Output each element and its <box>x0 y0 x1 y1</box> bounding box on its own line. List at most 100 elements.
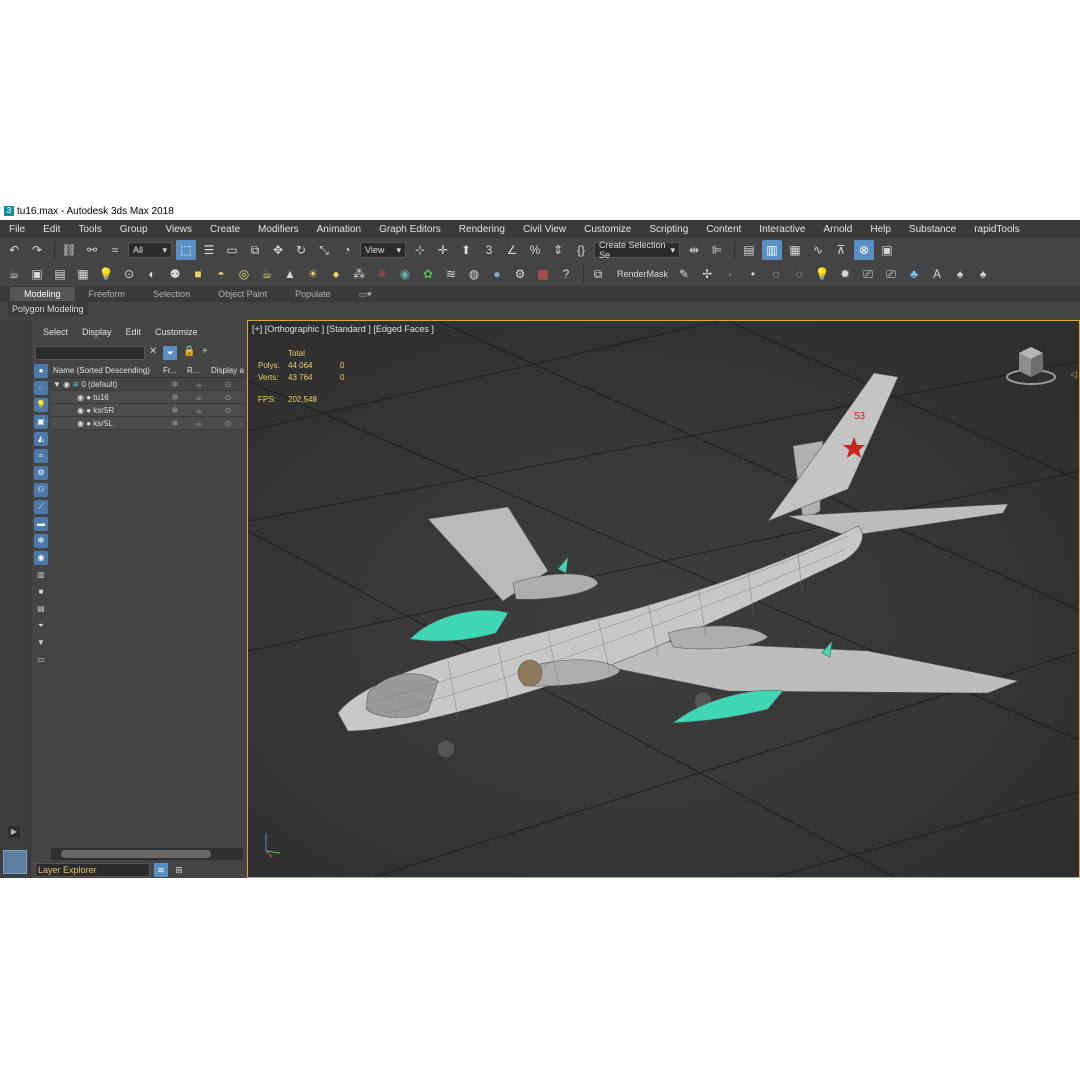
render-mask-label[interactable]: RenderMask <box>611 269 674 279</box>
menu-edit[interactable]: Edit <box>34 224 69 235</box>
globe-icon[interactable]: ◉ <box>395 264 415 284</box>
ribbon-options-icon[interactable]: ▭▾ <box>345 287 386 302</box>
table-row[interactable]: ◉ ● tu16 ✻ ☕ ⊙ <box>51 391 245 404</box>
material-sphere-icon[interactable]: ● <box>487 264 507 284</box>
menu-content[interactable]: Content <box>697 224 750 235</box>
paint-icon[interactable]: ✎ <box>674 264 694 284</box>
menu-rapidtools[interactable]: rapidTools <box>965 224 1029 235</box>
rotate-icon[interactable]: ↻ <box>291 240 311 260</box>
light-icon[interactable]: 💡 <box>812 264 832 284</box>
place-icon[interactable]: ◔ <box>337 240 357 260</box>
ribbon-toggle-icon[interactable]: ▦ <box>785 240 805 260</box>
table-row[interactable]: ◉ ● ksr5L ✻ ☕ ⊙ <box>51 417 245 430</box>
groups-filter-icon[interactable]: ⚙ <box>34 466 48 480</box>
tree-icon[interactable]: ♠ <box>950 264 970 284</box>
render-setup-2-icon[interactable]: ⚙ <box>510 264 530 284</box>
link-icon[interactable]: ⛓ <box>59 240 79 260</box>
layer-explorer-icon[interactable]: ▥ <box>762 240 782 260</box>
align-icon[interactable]: ⊫ <box>707 240 727 260</box>
select-by-name-icon[interactable]: ☰ <box>199 240 219 260</box>
sort-by-layer-icon[interactable]: ≋ <box>154 863 168 877</box>
menu-customize[interactable]: Customize <box>575 224 640 235</box>
display-all-icon[interactable]: ▥ <box>34 568 48 582</box>
pivot-center-icon[interactable]: ⊹ <box>410 240 430 260</box>
add-layer-icon[interactable]: + <box>202 346 208 360</box>
camera-icon[interactable]: ⊙ <box>119 264 139 284</box>
dot-icon[interactable]: · <box>720 264 740 284</box>
teapot-prim-icon[interactable]: ☕ <box>257 264 277 284</box>
menu-create[interactable]: Create <box>201 224 249 235</box>
column-renderable[interactable]: R... <box>187 366 211 375</box>
freeze-icon[interactable]: ✻ <box>163 419 187 428</box>
tab-object-paint[interactable]: Object Paint <box>204 287 281 301</box>
column-name[interactable]: Name (Sorted Descending) <box>51 366 163 375</box>
particles-filter-icon[interactable]: ✻ <box>34 534 48 548</box>
teapot-icon[interactable]: ☕ <box>187 419 211 428</box>
shell-icon[interactable]: ◍ <box>464 264 484 284</box>
funnel-2-icon[interactable]: ▼ <box>34 636 48 650</box>
text-icon[interactable]: A <box>927 264 947 284</box>
teapot-render-icon[interactable]: ☕ <box>4 264 24 284</box>
foliage-icon[interactable]: ✿ <box>418 264 438 284</box>
display-icon[interactable]: ⊙ <box>211 419 245 428</box>
explorer-search-input[interactable] <box>35 346 145 360</box>
tab-modeling[interactable]: Modeling <box>10 287 75 301</box>
box-prim-icon[interactable]: ■ <box>188 264 208 284</box>
perspective-viewport[interactable]: 53 [+] [Orthographic ] [Standard ] [Edge… <box>247 320 1080 878</box>
explorer-menu-edit[interactable]: Edit <box>126 327 142 337</box>
undo-icon[interactable]: ↶ <box>4 240 24 260</box>
lights-filter-icon[interactable]: 💡 <box>34 398 48 412</box>
blur-icon[interactable]: ◌ <box>766 264 786 284</box>
lock-icon[interactable]: 🔒 <box>183 346 195 360</box>
percent-snap-icon[interactable]: % <box>525 240 545 260</box>
video-camera-icon[interactable]: ⎚ <box>858 264 878 284</box>
eye-icon[interactable]: ◉ <box>77 393 84 402</box>
horizontal-scrollbar[interactable] <box>51 848 243 860</box>
snaps-toggle-icon[interactable]: 3 <box>479 240 499 260</box>
sun-icon[interactable]: ☀ <box>303 264 323 284</box>
menu-file[interactable]: File <box>0 224 34 235</box>
column-frozen[interactable]: Fr... <box>163 366 187 375</box>
menu-help[interactable]: Help <box>861 224 900 235</box>
blur-2-icon[interactable]: ◌ <box>789 264 809 284</box>
eye-icon[interactable]: ◉ <box>63 380 70 389</box>
particles-icon[interactable]: ⁂ <box>349 264 369 284</box>
mirror-icon[interactable]: ⇹ <box>684 240 704 260</box>
menu-interactive[interactable]: Interactive <box>750 224 814 235</box>
render-icon[interactable]: ▤ <box>50 264 70 284</box>
teapot-icon[interactable]: ☕ <box>187 393 211 402</box>
eye-icon[interactable]: ◉ <box>77 419 84 428</box>
menu-substance[interactable]: Substance <box>900 224 965 235</box>
clear-search-icon[interactable]: ✕ <box>149 346 157 360</box>
menu-graph-editors[interactable]: Graph Editors <box>370 224 450 235</box>
explorer-type-select[interactable]: Layer Explorer <box>35 863 150 877</box>
teapot-icon[interactable]: ☕ <box>187 406 211 415</box>
eye-icon[interactable]: ◉ <box>77 406 84 415</box>
named-selection-dropdown[interactable]: Create Selection Se ▾ <box>594 240 680 260</box>
torus-prim-icon[interactable]: ◎ <box>234 264 254 284</box>
explorer-menu-display[interactable]: Display <box>82 327 112 337</box>
unlink-icon[interactable]: ⚯ <box>82 240 102 260</box>
expand-arrow-icon[interactable]: ▶ <box>8 826 20 838</box>
menu-modifiers[interactable]: Modifiers <box>249 224 308 235</box>
cross-icon[interactable]: ✢ <box>697 264 717 284</box>
viewcube-icon[interactable] <box>1005 343 1061 387</box>
polygon-modeling-label[interactable]: Polygon Modeling <box>8 302 88 316</box>
material-editor-icon[interactable]: ⊗ <box>854 240 874 260</box>
select-object-icon[interactable]: ⬚ <box>176 240 196 260</box>
tab-populate[interactable]: Populate <box>281 287 345 301</box>
sort-by-hierarchy-icon[interactable]: ⊞ <box>172 863 186 877</box>
column-display[interactable]: Display a <box>211 366 245 375</box>
layer-tools-icon[interactable]: ▭ <box>34 653 48 667</box>
helpers-filter-icon[interactable]: ◭ <box>34 432 48 446</box>
cone-prim-icon[interactable]: ▲ <box>280 264 300 284</box>
display-icon[interactable]: ⊙ <box>211 406 245 415</box>
tab-selection[interactable]: Selection <box>139 287 204 301</box>
display-none-icon[interactable]: ■ <box>34 585 48 599</box>
menu-tools[interactable]: Tools <box>69 224 110 235</box>
explorer-menu-customize[interactable]: Customize <box>155 327 198 337</box>
window-crossing-icon[interactable]: ⧉ <box>245 240 265 260</box>
curve-editor-icon[interactable]: ∿ <box>808 240 828 260</box>
freeze-icon[interactable]: ✻ <box>163 380 187 389</box>
scale-icon[interactable]: ⤡ <box>314 240 334 260</box>
